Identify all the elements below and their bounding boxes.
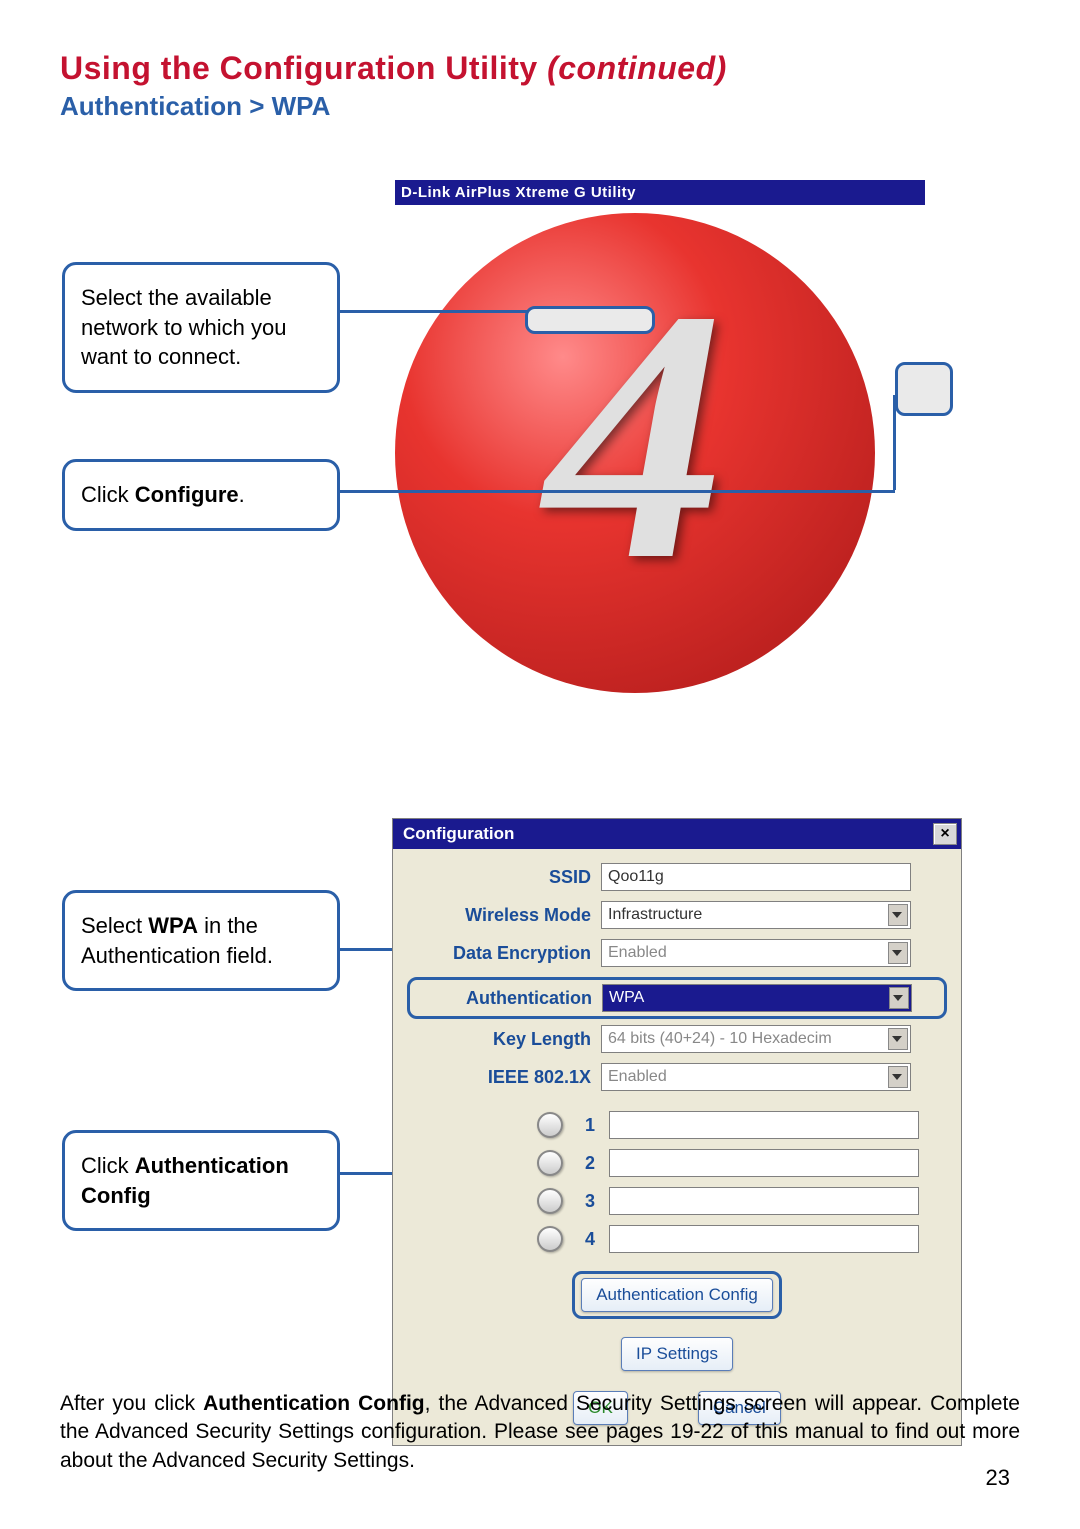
ieee8021x-select: Enabled — [601, 1063, 911, 1091]
authentication-label: Authentication — [414, 988, 602, 1009]
ieee8021x-label: IEEE 802.1X — [413, 1067, 601, 1088]
c2-post: . — [239, 482, 245, 507]
decorative-red-circle: 4 — [395, 213, 875, 693]
key-num-2: 2 — [575, 1153, 609, 1174]
chevron-down-icon — [892, 912, 902, 918]
c4-pre: Click — [81, 1153, 135, 1178]
config-dialog-title: Configuration — [403, 824, 514, 844]
data-encryption-label: Data Encryption — [413, 943, 601, 964]
c2-bold: Configure — [135, 482, 239, 507]
key-input-3[interactable] — [609, 1187, 919, 1215]
wireless-mode-value: Infrastructure — [608, 906, 702, 924]
ip-settings-button[interactable]: IP Settings — [621, 1337, 733, 1371]
key-length-select: 64 bits (40+24) - 10 Hexadecim — [601, 1025, 911, 1053]
wireless-mode-row: Wireless Mode Infrastructure — [413, 901, 941, 929]
manual-page: Using the Configuration Utility (continu… — [0, 0, 1080, 1529]
title-continued: (continued) — [547, 50, 727, 86]
authentication-value: WPA — [609, 989, 644, 1007]
auth-config-button-row: Authentication Config — [413, 1271, 941, 1319]
key-radio-2[interactable] — [537, 1150, 563, 1176]
key-input-4[interactable] — [609, 1225, 919, 1253]
authentication-highlight: Authentication WPA — [407, 977, 947, 1019]
utility-window: D-Link AirPlus Xtreme G Utility 4 — [395, 180, 925, 693]
wireless-mode-label: Wireless Mode — [413, 905, 601, 926]
title-main: Using the Configuration Utility — [60, 50, 547, 86]
chevron-down-icon — [893, 995, 903, 1001]
key-row-2: 2 — [413, 1149, 941, 1177]
footer-pre: After you click — [60, 1392, 203, 1415]
highlight-configure-button — [895, 362, 953, 416]
callout-select-network-text: Select the available network to which yo… — [81, 285, 286, 369]
ssid-label: SSID — [413, 867, 601, 888]
key-num-4: 4 — [575, 1229, 609, 1250]
auth-config-highlight: Authentication Config — [572, 1271, 782, 1319]
configuration-dialog: Configuration × SSID Qoo11g Wireless Mod… — [392, 818, 962, 1446]
breadcrumb: Authentication > WPA — [60, 91, 1020, 122]
authentication-config-button[interactable]: Authentication Config — [581, 1278, 773, 1312]
ssid-row: SSID Qoo11g — [413, 863, 941, 891]
data-encryption-select: Enabled — [601, 939, 911, 967]
key-radio-4[interactable] — [537, 1226, 563, 1252]
key-row-3: 3 — [413, 1187, 941, 1215]
callout-click-auth-config: Click Authentication Config — [62, 1130, 340, 1231]
config-dialog-body: SSID Qoo11g Wireless Mode Infrastructure… — [393, 849, 961, 1445]
chevron-down-icon — [892, 950, 902, 956]
key-radio-1[interactable] — [537, 1112, 563, 1138]
chevron-down-icon — [892, 1036, 902, 1042]
authentication-row: Authentication WPA — [414, 984, 940, 1012]
connector-2b — [893, 395, 896, 490]
key-num-1: 1 — [575, 1115, 609, 1136]
config-dialog-titlebar: Configuration × — [393, 819, 961, 849]
utility-titlebar: D-Link AirPlus Xtreme G Utility — [395, 180, 925, 205]
chevron-down-icon — [892, 1074, 902, 1080]
ssid-input[interactable]: Qoo11g — [601, 863, 911, 891]
callout-click-configure: Click Configure. — [62, 459, 340, 531]
ieee8021x-row: IEEE 802.1X Enabled — [413, 1063, 941, 1091]
ieee8021x-value: Enabled — [608, 1068, 667, 1086]
key-radio-3[interactable] — [537, 1188, 563, 1214]
ssid-value: Qoo11g — [608, 868, 664, 886]
footer-bold: Authentication Config — [203, 1392, 425, 1415]
key-row-1: 1 — [413, 1111, 941, 1139]
key-row-4: 4 — [413, 1225, 941, 1253]
c3-pre: Select — [81, 913, 148, 938]
key-length-value: 64 bits (40+24) - 10 Hexadecim — [608, 1030, 832, 1048]
key-length-label: Key Length — [413, 1029, 601, 1050]
callout-select-wpa: Select WPA in the Authentication field. — [62, 890, 340, 991]
key-input-2[interactable] — [609, 1149, 919, 1177]
callout-select-network: Select the available network to which yo… — [62, 262, 340, 393]
data-encryption-value: Enabled — [608, 944, 667, 962]
key-input-1[interactable] — [609, 1111, 919, 1139]
wireless-mode-select[interactable]: Infrastructure — [601, 901, 911, 929]
connector-1 — [340, 310, 527, 313]
highlight-network-row — [525, 306, 655, 334]
page-title: Using the Configuration Utility (continu… — [60, 50, 1020, 87]
connector-3 — [340, 948, 400, 951]
close-icon[interactable]: × — [933, 823, 957, 845]
key-length-row: Key Length 64 bits (40+24) - 10 Hexadeci… — [413, 1025, 941, 1053]
ip-settings-button-row: IP Settings — [413, 1337, 941, 1371]
page-number: 23 — [986, 1465, 1010, 1491]
wep-key-group: 1 2 3 4 — [413, 1111, 941, 1253]
footer-paragraph: After you click Authentication Config, t… — [60, 1390, 1020, 1475]
authentication-select[interactable]: WPA — [602, 984, 912, 1012]
key-num-3: 3 — [575, 1191, 609, 1212]
data-encryption-row: Data Encryption Enabled — [413, 939, 941, 967]
c3-bold: WPA — [148, 913, 198, 938]
connector-2a — [340, 490, 895, 493]
c2-pre: Click — [81, 482, 135, 507]
